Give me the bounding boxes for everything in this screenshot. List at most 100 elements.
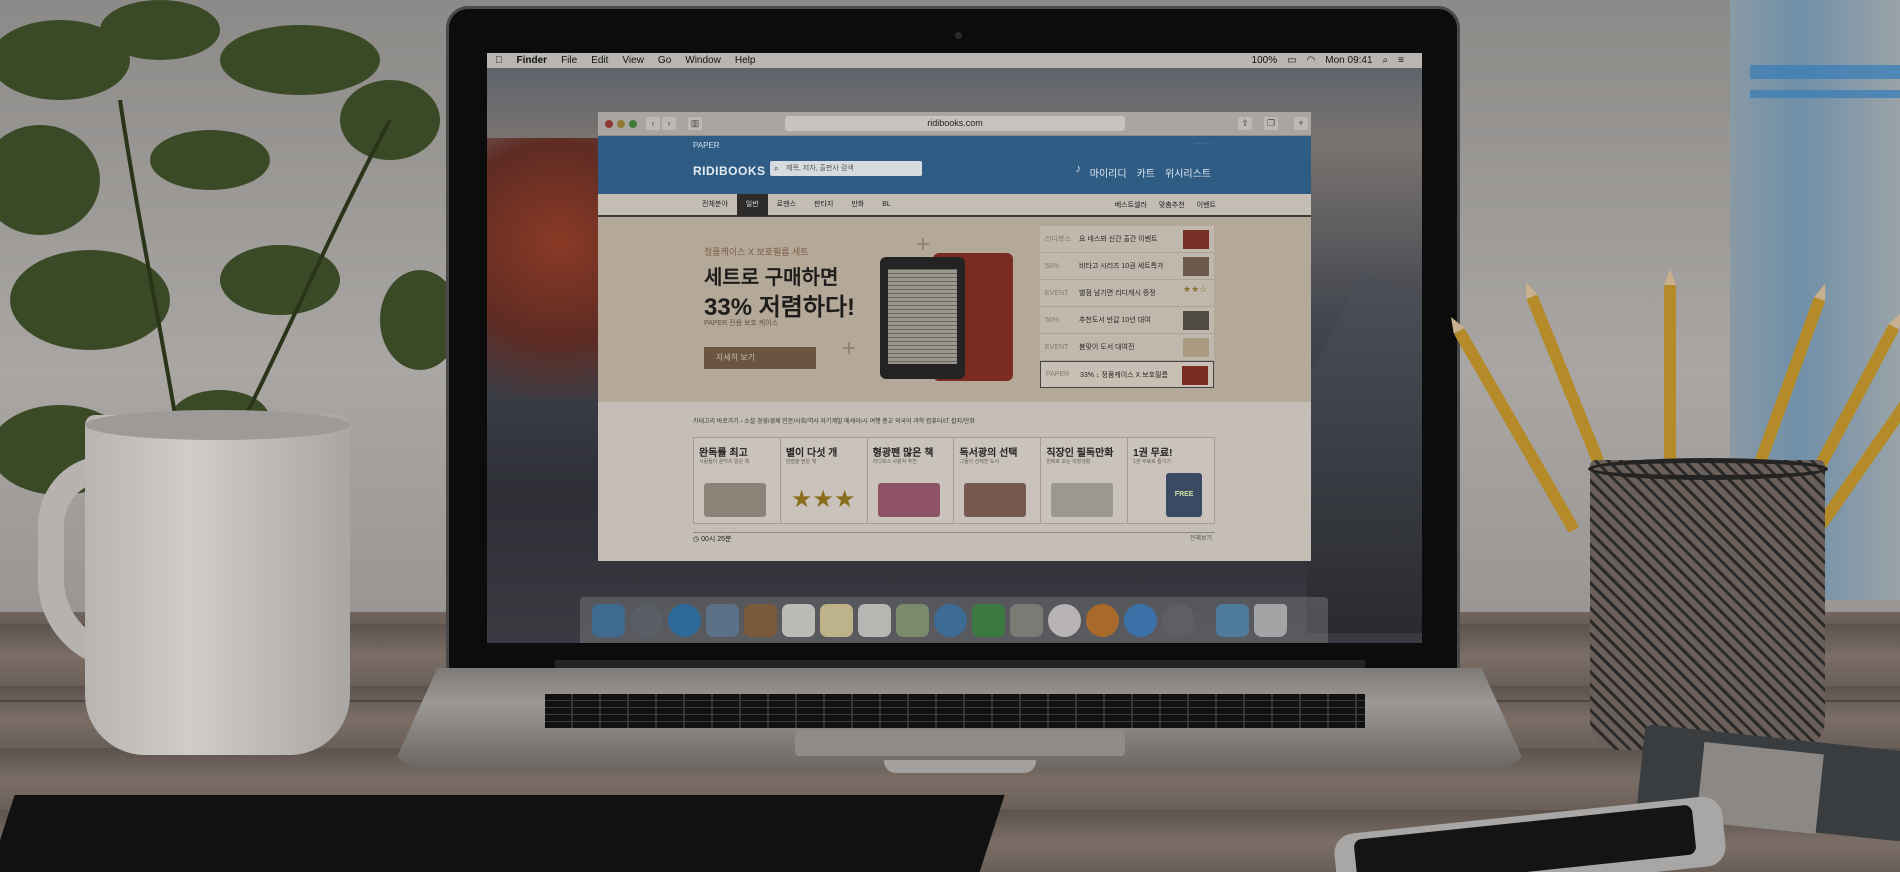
new-tab-icon[interactable]: + bbox=[1294, 117, 1308, 130]
mail-icon[interactable] bbox=[706, 603, 739, 637]
promo-banner[interactable]: 정품케이스 X 보호필름 세트 세트로 구매하면 33% 저렴하다! PAPER… bbox=[598, 217, 1311, 402]
my-ridi-link[interactable]: 마이리디 bbox=[1090, 165, 1127, 180]
promo-list-item[interactable]: 리디북스 요 네스뵈 신간 출간 이벤트 bbox=[1040, 226, 1214, 253]
menubar-status: 100% ▭ ◠ Mon 09:41 ⌕ ≡ bbox=[1252, 55, 1414, 66]
promo-text: 요 네스뵈 신간 출간 이벤트 bbox=[1079, 236, 1158, 243]
time-deal-bar: ◷ 00시 25분 전체보기 bbox=[693, 532, 1215, 545]
ereader-screen bbox=[888, 269, 957, 364]
curation-card[interactable]: 형광펜 많은 책 리디북스 사용자 추천 bbox=[867, 438, 955, 523]
promo-list-item[interactable]: EVENT 별점 남기면 리디캐시 증정 ★★☆ bbox=[1040, 280, 1214, 307]
contacts-icon[interactable] bbox=[744, 603, 777, 637]
promo-tag: 58% bbox=[1045, 262, 1060, 270]
search-icon: ⌕ bbox=[774, 164, 779, 173]
menu-view[interactable]: View bbox=[622, 55, 644, 66]
folder-icon[interactable] bbox=[1216, 603, 1249, 637]
forward-icon[interactable]: › bbox=[662, 117, 676, 130]
app-store-icon[interactable] bbox=[1124, 603, 1157, 637]
tab-general[interactable]: 일반 bbox=[736, 193, 768, 216]
clock[interactable]: Mon 09:41 bbox=[1325, 55, 1372, 66]
promo-thumbnail bbox=[1183, 257, 1209, 276]
photos-icon[interactable] bbox=[896, 603, 929, 637]
curation-card[interactable]: 완독률 최고 사람들이 끝까지 읽은 책 bbox=[694, 438, 781, 523]
zoom-button[interactable] bbox=[629, 120, 637, 128]
search-input[interactable]: ⌕ 제목, 저자, 출판사 검색 bbox=[770, 161, 922, 176]
window-reflection bbox=[1750, 65, 1900, 79]
banner-detail-button[interactable]: 자세히 보기 bbox=[704, 347, 816, 369]
battery-icon[interactable]: ▭ bbox=[1287, 55, 1296, 66]
facetime-icon[interactable] bbox=[972, 603, 1005, 637]
mesh-pencil-cup bbox=[1590, 460, 1825, 750]
tab-bl[interactable]: BL bbox=[873, 193, 900, 216]
promo-text: 별점 남기면 리디캐시 증정 bbox=[1079, 290, 1156, 297]
ibooks-icon[interactable] bbox=[1086, 603, 1119, 637]
promo-list: 리디북스 요 네스뵈 신간 출간 이벤트 58% 비타고 시리즈 10권 세트특… bbox=[1040, 226, 1214, 388]
spotlight-search-icon[interactable]: ⌕ bbox=[1383, 55, 1389, 66]
promo-list-item[interactable]: 58% 비타고 시리즈 10권 세트특가 bbox=[1040, 253, 1214, 280]
finder-icon[interactable] bbox=[592, 603, 625, 637]
promo-thumbnail bbox=[1183, 338, 1209, 357]
menu-edit[interactable]: Edit bbox=[591, 55, 608, 66]
event-link[interactable]: 이벤트 bbox=[1197, 200, 1216, 210]
address-bar[interactable]: ridibooks.com bbox=[785, 116, 1125, 131]
mac-dock bbox=[580, 597, 1328, 643]
menu-help[interactable]: Help bbox=[735, 55, 756, 66]
curation-card[interactable]: 별이 다섯 개 만점을 받은 책 ★★★ bbox=[780, 438, 868, 523]
calendar-icon[interactable] bbox=[782, 603, 815, 637]
tab-comics[interactable]: 만화 bbox=[842, 193, 873, 216]
tab-all-categories[interactable]: 전체분야 bbox=[693, 193, 737, 216]
menu-window[interactable]: Window bbox=[685, 55, 721, 66]
tablet-device bbox=[0, 795, 1005, 872]
notes-icon[interactable] bbox=[820, 603, 853, 637]
free-book-badge: FREE bbox=[1166, 473, 1203, 517]
recommend-link[interactable]: 맞춤추천 bbox=[1159, 200, 1185, 210]
cart-link[interactable]: 카트 bbox=[1137, 165, 1155, 180]
curation-card[interactable]: 직장인 필독만화 만화로 보는 직장생활 bbox=[1041, 438, 1129, 523]
promo-list-item[interactable]: 50% 추천도서 반값 10년 대여 bbox=[1040, 307, 1214, 334]
safari-window: ‹ › ▥ ridibooks.com ⇧ ❐ + PAPER · · · · … bbox=[598, 112, 1311, 561]
tabs-icon[interactable]: ❐ bbox=[1264, 117, 1278, 130]
tab-fantasy[interactable]: 판타지 bbox=[805, 193, 842, 216]
menu-app-name[interactable]: Finder bbox=[517, 55, 548, 66]
apple-menu-icon[interactable]:  bbox=[495, 55, 503, 66]
preview-icon[interactable] bbox=[1010, 603, 1043, 637]
star-icon: ★★★ bbox=[790, 486, 856, 513]
genre-shortcuts[interactable]: 카테고리 바로가기 › 소설 경영/경제 인문/사회/역사 자기계발 에세이/시… bbox=[693, 416, 975, 425]
wifi-icon[interactable]: ◠ bbox=[1307, 55, 1316, 66]
wishlist-link[interactable]: 위시리스트 bbox=[1165, 165, 1211, 180]
minimize-button[interactable] bbox=[617, 120, 625, 128]
laptop-screen:  Finder File Edit View Go Window Help 1… bbox=[487, 53, 1422, 643]
safari-icon[interactable] bbox=[668, 603, 701, 637]
laptop-image bbox=[1051, 483, 1114, 517]
top-utility-links[interactable]: · · · · · bbox=[1194, 141, 1211, 147]
sidebar-icon[interactable]: ▥ bbox=[688, 117, 702, 130]
view-all-link[interactable]: 전체보기 bbox=[1190, 533, 1212, 546]
promo-text: 비타고 시리즈 10권 세트특가 bbox=[1079, 263, 1164, 270]
notification-center-icon[interactable]: ≡ bbox=[1398, 55, 1404, 66]
bell-icon[interactable]: ♪ bbox=[1076, 163, 1082, 175]
promo-list-item[interactable]: EVENT 봄맞이 도서 대여전 bbox=[1040, 334, 1214, 361]
tab-romance[interactable]: 로맨스 bbox=[768, 193, 805, 216]
back-icon[interactable]: ‹ bbox=[646, 117, 660, 130]
ridibooks-logo[interactable]: RIDIBOOKS bbox=[693, 164, 766, 178]
share-icon[interactable]: ⇧ bbox=[1238, 117, 1252, 130]
plus-icon: + bbox=[842, 335, 857, 362]
promo-text: 봄맞이 도서 대여전 bbox=[1079, 344, 1135, 351]
card-title: 직장인 필독만화 bbox=[1046, 448, 1114, 459]
laptop-notch bbox=[884, 760, 1036, 773]
menu-file[interactable]: File bbox=[561, 55, 577, 66]
close-button[interactable] bbox=[605, 120, 613, 128]
curation-card[interactable]: 독서광의 선택 그들이 선택한 도서 bbox=[954, 438, 1042, 523]
curation-card[interactable]: 1권 무료! 1권 무료로 즐기기 FREE bbox=[1128, 438, 1214, 523]
menu-go[interactable]: Go bbox=[658, 55, 671, 66]
trash-icon[interactable] bbox=[1254, 603, 1287, 637]
promo-thumbnail bbox=[1183, 230, 1209, 249]
reminders-icon[interactable] bbox=[858, 603, 891, 637]
bestseller-link[interactable]: 베스트셀러 bbox=[1115, 200, 1147, 210]
promo-list-item[interactable]: PAPER 33% ↓ 정품케이스 X 보호필름 bbox=[1040, 361, 1214, 388]
plus-icon: + bbox=[916, 231, 931, 258]
paper-label[interactable]: PAPER bbox=[693, 141, 720, 150]
messages-icon[interactable] bbox=[934, 603, 967, 637]
launchpad-icon[interactable] bbox=[630, 603, 663, 637]
itunes-icon[interactable] bbox=[1048, 603, 1081, 637]
system-preferences-icon[interactable] bbox=[1162, 603, 1195, 637]
